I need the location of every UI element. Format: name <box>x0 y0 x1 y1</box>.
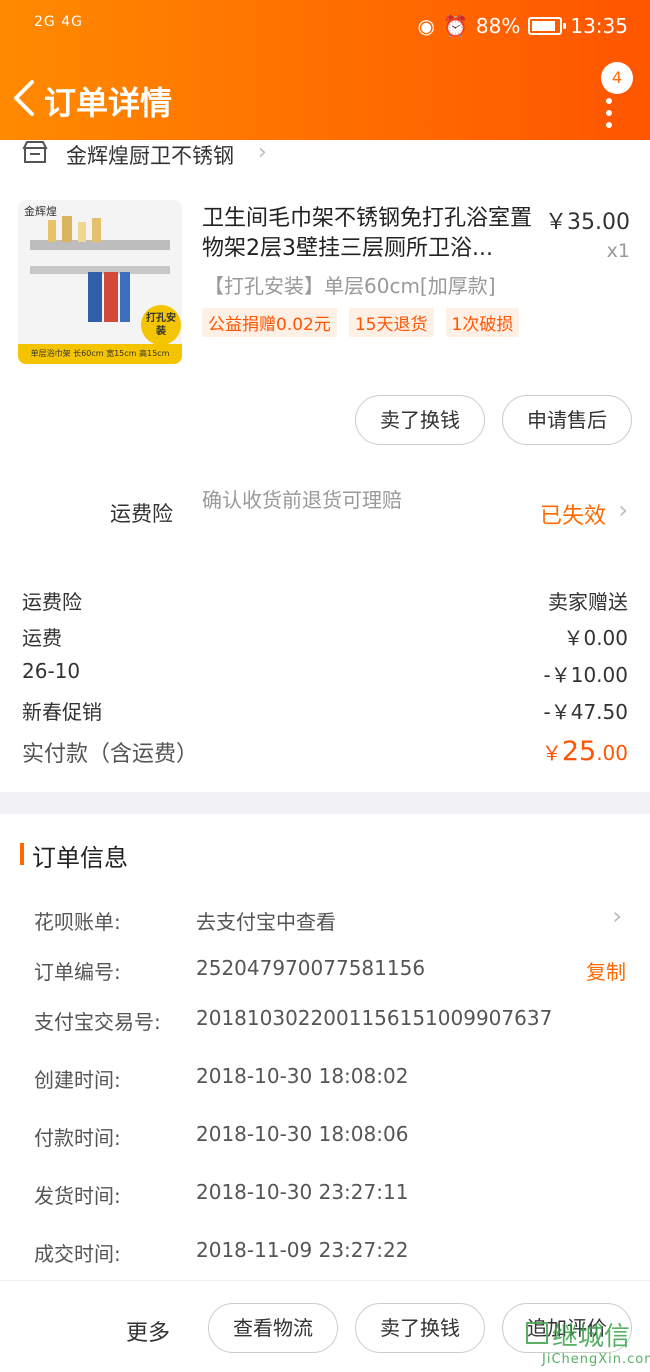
tag-charity: 公益捐赠0.02元 <box>202 308 337 337</box>
total-dec: .00 <box>596 741 628 765</box>
status-right: ◉ ⏰ 88% 13:35 <box>418 14 628 38</box>
after-sale-button[interactable]: 申请售后 <box>502 395 632 445</box>
nav-bar: 订单详情 4 <box>0 62 650 130</box>
fee-value: -￥10.00 <box>543 663 628 687</box>
page-title: 订单详情 <box>44 84 173 122</box>
sell-for-cash-button[interactable]: 卖了换钱 <box>355 1303 485 1353</box>
currency-symbol: ￥ <box>541 741 562 765</box>
clock: 13:35 <box>570 14 628 38</box>
product-name[interactable]: 卫生间毛巾架不锈钢免打孔浴室置物架2层3壁挂三层厕所卫浴... <box>202 204 534 264</box>
info-value: 2018-10-30 23:27:11 <box>196 1180 409 1204</box>
total-label: 实付款（含运费） <box>22 742 199 767</box>
battery-percent: 88% <box>475 14 521 38</box>
info-value: 2018-10-30 18:08:06 <box>196 1122 409 1146</box>
fee-label: 新春促销 <box>22 700 102 724</box>
info-value: 2018103022001156151009907637 <box>196 1006 553 1030</box>
insurance-status[interactable]: 已失效 <box>540 498 606 530</box>
info-label: 创建时间: <box>34 1068 121 1092</box>
eye-icon: ◉ <box>417 14 435 38</box>
info-row-huabei[interactable]: 花呗账单: 去支付宝中查看 › <box>34 902 630 938</box>
more-button[interactable]: 更多 <box>126 1315 170 1347</box>
chevron-right-icon: › <box>258 140 267 165</box>
shop-row[interactable]: 金辉煌厨卫不锈钢 › <box>0 138 650 168</box>
info-value: 252047970077581156 <box>196 956 426 980</box>
fee-value: 卖家赠送 <box>548 590 628 614</box>
product-image[interactable]: 金辉煌 打孔安装 单层浴巾架 长60cm 宽15cm 高15cm <box>18 200 182 364</box>
app-header: 2G 4G ◉ ⏰ 88% 13:35 订单详情 4 <box>0 0 650 140</box>
chevron-right-icon: › <box>612 902 622 930</box>
fee-row: 26-10 -￥10.00 <box>22 659 628 689</box>
alarm-icon: ⏰ <box>443 14 468 38</box>
towel-rack-illustration <box>18 200 182 364</box>
view-logistics-button[interactable]: 查看物流 <box>208 1303 338 1353</box>
fee-row: 新春促销 -￥47.50 <box>22 696 628 726</box>
sell-for-cash-button[interactable]: 卖了换钱 <box>355 395 485 445</box>
info-row-completed: 成交时间: 2018-11-09 23:27:22 <box>34 1238 630 1270</box>
info-label: 支付宝交易号: <box>34 1010 161 1034</box>
info-value: 2018-10-30 18:08:02 <box>196 1064 409 1088</box>
info-row-created: 创建时间: 2018-10-30 18:08:02 <box>34 1064 630 1096</box>
fee-value: ￥0.00 <box>563 626 628 650</box>
order-info-title: 订单信息 <box>32 844 128 872</box>
info-label: 订单编号: <box>34 960 121 984</box>
info-row-paid: 付款时间: 2018-10-30 18:08:06 <box>34 1122 630 1154</box>
status-bar: 2G 4G ◉ ⏰ 88% 13:35 <box>0 12 650 42</box>
product-tags: 公益捐赠0.02元 15天退货 1次破损 <box>202 308 520 337</box>
product-sku: 【打孔安装】单层60cm[加厚款] <box>204 274 496 298</box>
info-label: 发货时间: <box>34 1184 121 1208</box>
signal-indicator: 2G 4G <box>34 14 83 30</box>
image-caption-text: 单层浴巾架 长60cm 宽15cm 高15cm <box>30 349 170 358</box>
product-price: ￥35.00 <box>545 210 630 235</box>
fee-value: -￥47.50 <box>543 700 628 724</box>
message-count-badge[interactable]: 4 <box>601 62 633 94</box>
total-row: 实付款（含运费） ￥25.00 <box>22 736 628 772</box>
info-label: 花呗账单: <box>34 910 121 934</box>
total-int: 25 <box>561 736 597 767</box>
fee-row: 运费 ￥0.00 <box>22 622 628 652</box>
total-value: ￥25.00 <box>542 736 628 767</box>
info-label: 成交时间: <box>34 1242 121 1266</box>
insurance-desc: 确认收货前退货可理赔 <box>202 488 402 512</box>
tag-damage: 1次破损 <box>445 308 520 337</box>
fee-label: 26-10 <box>22 659 81 683</box>
info-label: 付款时间: <box>34 1126 121 1150</box>
insurance-label: 运费险 <box>110 502 173 526</box>
image-badge-text: 打孔安装 <box>146 313 176 337</box>
shop-icon <box>22 141 48 163</box>
fee-label: 运费险 <box>22 590 82 614</box>
tag-return: 15天退货 <box>348 308 434 337</box>
image-brand-text: 金辉煌 <box>24 205 57 218</box>
info-row-shipped: 发货时间: 2018-10-30 23:27:11 <box>34 1180 630 1212</box>
watermark-text: 继城信 <box>552 1322 631 1352</box>
section-accent-bar <box>20 843 24 865</box>
watermark-box-icon <box>526 1322 548 1344</box>
battery-fill <box>532 21 556 31</box>
fee-row: 运费险 卖家赠送 <box>22 586 628 616</box>
copy-button[interactable]: 复制 <box>586 956 626 985</box>
more-menu-icon[interactable] <box>606 98 612 134</box>
battery-icon <box>528 17 567 35</box>
back-arrow-icon[interactable] <box>10 78 38 118</box>
watermark-logo: 继城信 JiChengXin.com <box>524 1316 650 1372</box>
chevron-right-icon[interactable]: › <box>618 496 628 524</box>
fee-label: 运费 <box>22 626 62 650</box>
shop-name: 金辉煌厨卫不锈钢 <box>66 144 234 168</box>
info-value: 2018-11-09 23:27:22 <box>196 1238 409 1262</box>
info-value: 去支付宝中查看 <box>196 910 336 934</box>
section-divider <box>0 792 650 814</box>
info-row-alipay-no: 支付宝交易号: 2018103022001156151009907637 <box>34 1006 630 1038</box>
watermark-subtext: JiChengXin.com <box>542 1352 650 1367</box>
product-quantity: x1 <box>606 240 630 262</box>
info-row-order-no: 订单编号: 252047970077581156 复制 <box>34 956 630 988</box>
